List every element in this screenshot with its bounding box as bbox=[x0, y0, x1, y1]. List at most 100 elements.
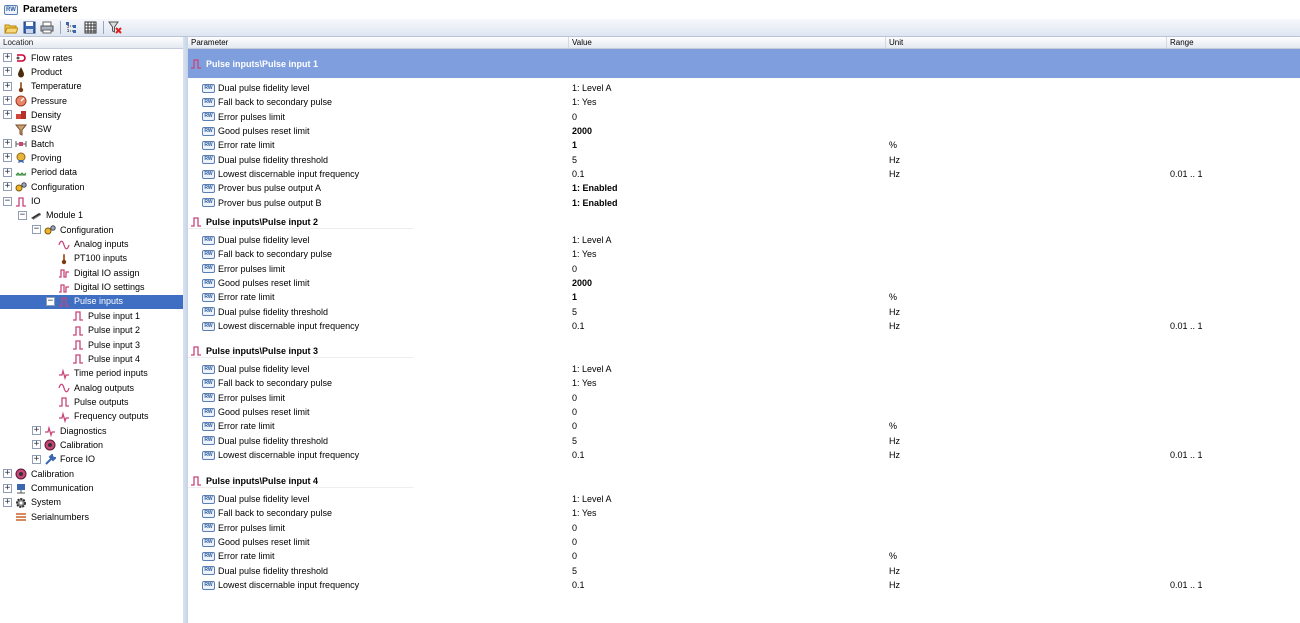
tree-node-module-1[interactable]: − Module 1 bbox=[0, 209, 183, 223]
parameter-value[interactable]: 1 bbox=[572, 292, 577, 302]
parameter-value[interactable]: 0.1 bbox=[572, 580, 585, 590]
expand-icon[interactable]: + bbox=[3, 67, 12, 77]
parameter-value[interactable]: 0 bbox=[572, 112, 577, 122]
parameter-row[interactable]: RW Fall back to secondary pulse 1: Yes bbox=[188, 95, 1300, 109]
parameter-value[interactable]: 0 bbox=[572, 551, 577, 561]
parameter-row[interactable]: RW Good pulses reset limit 0 bbox=[188, 535, 1300, 549]
parameter-value[interactable]: 0.1 bbox=[572, 450, 585, 460]
tree-node-product[interactable]: + Product bbox=[0, 65, 183, 79]
expand-icon[interactable]: + bbox=[3, 110, 12, 120]
collapse-icon[interactable]: − bbox=[46, 296, 55, 306]
tree-node-diagnostics[interactable]: + Diagnostics bbox=[0, 424, 183, 438]
section-header-pulse-input-1[interactable]: Pulse inputs\Pulse input 1 bbox=[188, 49, 1300, 78]
collapse-icon[interactable]: − bbox=[32, 225, 41, 235]
section-header-pulse-input-4[interactable]: Pulse inputs\Pulse input 4 bbox=[188, 474, 413, 488]
parameter-value[interactable]: 1: Level A bbox=[572, 83, 612, 93]
tree-node-pulse-inputs[interactable]: − Pulse inputs bbox=[0, 294, 183, 309]
tree-node-calibration[interactable]: + Calibration bbox=[0, 467, 183, 481]
tree-node-bsw[interactable]: BSW bbox=[0, 123, 183, 137]
parameter-row[interactable]: RW Lowest discernable input frequency 0.1 H… bbox=[188, 578, 1300, 592]
parameter-row[interactable]: RW Dual pulse fidelity level 1: Level A bbox=[188, 81, 1300, 95]
parameter-row[interactable]: RW Prover bus pulse output A 1: Enabled bbox=[188, 181, 1300, 195]
tree-node-pressure[interactable]: + Pressure bbox=[0, 94, 183, 108]
unit-column-header[interactable]: Unit bbox=[886, 37, 1167, 48]
parameter-row[interactable]: RW Lowest discernable input frequency 0.1 H… bbox=[188, 167, 1300, 181]
parameter-value[interactable]: 1: Yes bbox=[572, 249, 597, 259]
tree-node-analog-outputs[interactable]: Analog outputs bbox=[0, 381, 183, 395]
parameter-row[interactable]: RW Good pulses reset limit 2000 bbox=[188, 276, 1300, 290]
parameter-value[interactable]: 5 bbox=[572, 566, 577, 576]
parameter-value[interactable]: 1: Yes bbox=[572, 378, 597, 388]
parameter-value[interactable]: 2000 bbox=[572, 278, 592, 288]
parameter-row[interactable]: RW Error pulses limit 0 bbox=[188, 521, 1300, 535]
print-icon[interactable] bbox=[39, 20, 55, 36]
parameter-value[interactable]: 0.1 bbox=[572, 169, 585, 179]
parameter-value[interactable]: 0 bbox=[572, 264, 577, 274]
parameter-value[interactable]: 5 bbox=[572, 436, 577, 446]
section-header-pulse-input-3[interactable]: Pulse inputs\Pulse input 3 bbox=[188, 344, 413, 358]
parameter-row[interactable]: RW Lowest discernable input frequency 0.1 H… bbox=[188, 319, 1300, 333]
parameter-value[interactable]: 0 bbox=[572, 421, 577, 431]
grid-icon[interactable] bbox=[82, 20, 98, 36]
open-icon[interactable] bbox=[3, 20, 19, 36]
expand-icon[interactable]: + bbox=[32, 454, 41, 464]
parameter-value[interactable]: 1: Enabled bbox=[572, 183, 618, 193]
parameter-row[interactable]: RW Fall back to secondary pulse 1: Yes bbox=[188, 376, 1300, 390]
tree-node-proving[interactable]: + Proving bbox=[0, 151, 183, 165]
parameter-column-header[interactable]: Parameter bbox=[188, 37, 569, 48]
tree-node-temperature[interactable]: + Temperature bbox=[0, 80, 183, 94]
parameter-row[interactable]: RW Error pulses limit 0 bbox=[188, 262, 1300, 276]
parameter-row[interactable]: RW Dual pulse fidelity level 1: Level A bbox=[188, 492, 1300, 506]
tree-node-force-io[interactable]: + Force IO bbox=[0, 453, 183, 467]
parameter-row[interactable]: RW Good pulses reset limit 2000 bbox=[188, 124, 1300, 138]
parameter-row[interactable]: RW Dual pulse fidelity threshold 5 Hz bbox=[188, 434, 1300, 448]
section-header-pulse-input-2[interactable]: Pulse inputs\Pulse input 2 bbox=[188, 215, 413, 229]
parameter-row[interactable]: RW Prover bus pulse output B 1: Enabled bbox=[188, 196, 1300, 210]
parameter-value[interactable]: 1: Yes bbox=[572, 508, 597, 518]
parameter-row[interactable]: RW Good pulses reset limit 0 bbox=[188, 405, 1300, 419]
parameter-value[interactable]: 5 bbox=[572, 307, 577, 317]
expand-icon[interactable]: + bbox=[32, 426, 41, 436]
expand-icon[interactable]: + bbox=[3, 96, 12, 106]
tree-node-digital-io-assign[interactable]: Digital IO assign bbox=[0, 266, 183, 280]
parameter-row[interactable]: RW Error rate limit 0% bbox=[188, 419, 1300, 433]
tree-node-pt100-inputs[interactable]: PT100 inputs bbox=[0, 252, 183, 266]
parameter-row[interactable]: RW Error pulses limit 0 bbox=[188, 110, 1300, 124]
tree-icon[interactable] bbox=[64, 20, 80, 36]
parameter-value[interactable]: 1 bbox=[572, 140, 577, 150]
tree-node-digital-io-settings[interactable]: Digital IO settings bbox=[0, 281, 183, 295]
parameter-value[interactable]: 5 bbox=[572, 155, 577, 165]
parameter-row[interactable]: RW Dual pulse fidelity level 1: Level A bbox=[188, 362, 1300, 376]
parameter-row[interactable]: RW Dual pulse fidelity threshold 5 Hz bbox=[188, 564, 1300, 578]
parameter-row[interactable]: RW Fall back to secondary pulse 1: Yes bbox=[188, 506, 1300, 520]
parameter-row[interactable]: RW Error rate limit 1% bbox=[188, 138, 1300, 152]
location-column-header[interactable]: Location bbox=[0, 37, 183, 49]
expand-icon[interactable]: + bbox=[3, 497, 12, 507]
expand-icon[interactable]: + bbox=[3, 483, 12, 493]
save-icon[interactable] bbox=[21, 20, 37, 36]
parameter-value[interactable]: 0 bbox=[572, 537, 577, 547]
expand-icon[interactable]: + bbox=[3, 53, 12, 62]
tree-node-pulse-input-4[interactable]: Pulse input 4 bbox=[0, 352, 183, 366]
tree-node-module-calibration[interactable]: + Calibration bbox=[0, 438, 183, 452]
parameter-value[interactable]: 2000 bbox=[572, 126, 592, 136]
expand-icon[interactable]: + bbox=[3, 167, 12, 177]
tree-node-serialnumbers[interactable]: Serialnumbers bbox=[0, 510, 183, 524]
tree-node-system[interactable]: + System bbox=[0, 496, 183, 510]
tree-node-communication[interactable]: + Communication bbox=[0, 482, 183, 496]
clear-filter-icon[interactable] bbox=[107, 20, 123, 36]
parameter-row[interactable]: RW Dual pulse fidelity threshold 5 Hz bbox=[188, 305, 1300, 319]
parameter-value[interactable]: 0 bbox=[572, 393, 577, 403]
tree-node-pulse-input-1[interactable]: Pulse input 1 bbox=[0, 309, 183, 323]
collapse-icon[interactable]: − bbox=[3, 196, 12, 206]
parameter-value[interactable]: 1: Level A bbox=[572, 235, 612, 245]
parameter-value[interactable]: 1: Yes bbox=[572, 97, 597, 107]
tree-node-configuration[interactable]: + Configuration bbox=[0, 180, 183, 194]
tree-node-analog-inputs[interactable]: Analog inputs bbox=[0, 238, 183, 252]
expand-icon[interactable]: + bbox=[3, 81, 12, 91]
parameter-value[interactable]: 1: Level A bbox=[572, 364, 612, 374]
parameter-row[interactable]: RW Fall back to secondary pulse 1: Yes bbox=[188, 247, 1300, 261]
range-column-header[interactable]: Range bbox=[1167, 37, 1300, 48]
tree-node-pulse-input-3[interactable]: Pulse input 3 bbox=[0, 338, 183, 352]
parameter-value[interactable]: 1: Enabled bbox=[572, 198, 618, 208]
